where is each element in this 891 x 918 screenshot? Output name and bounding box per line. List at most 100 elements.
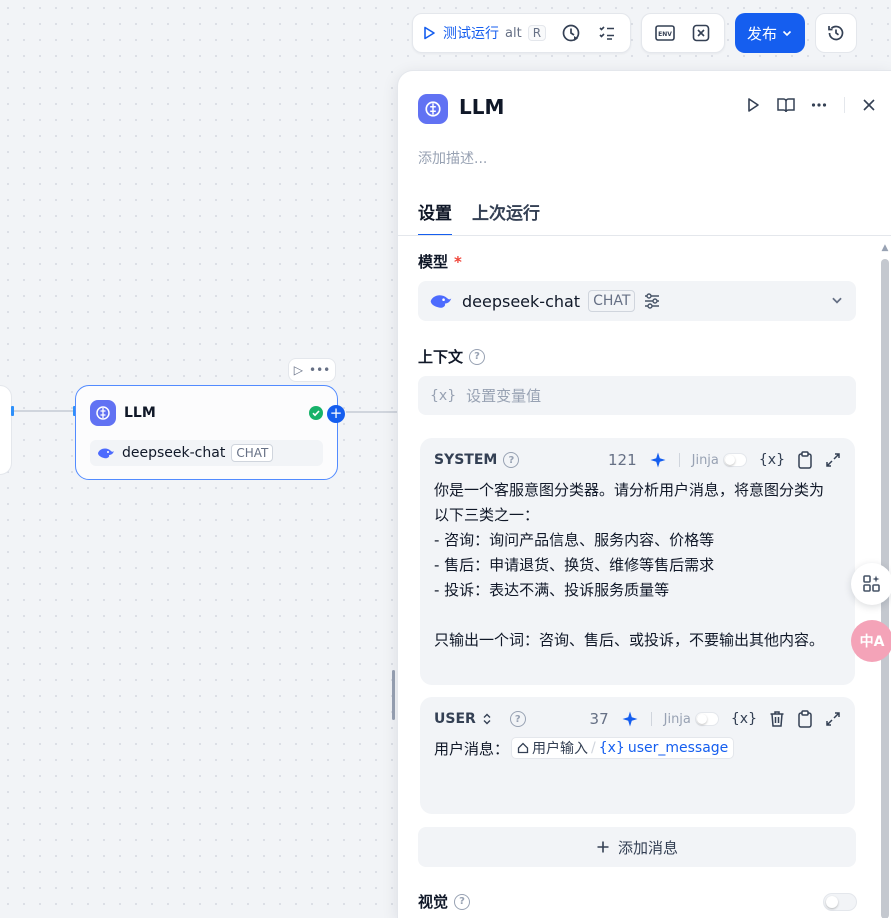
checklist-icon	[599, 26, 615, 40]
user-message-editor[interactable]: USER ? 37 Jinja {x} 用户消息： 用户输入 / {x} use…	[420, 697, 855, 814]
help-icon[interactable]: ?	[454, 893, 471, 910]
user-message-text[interactable]: 用户消息： 用户输入 / {x} user_message	[434, 737, 735, 759]
publish-button[interactable]: 发布	[735, 13, 806, 53]
expand-icon[interactable]	[825, 452, 841, 468]
user-message-tools: 37 Jinja {x}	[590, 710, 841, 728]
system-message-tools: 121 Jinja {x}	[608, 451, 841, 469]
help-icon[interactable]: ?	[503, 452, 520, 468]
node-toolbar: ▷ •••	[288, 358, 336, 382]
checklist-button[interactable]	[592, 18, 622, 48]
ai-sparkle-icon[interactable]	[621, 710, 639, 728]
play-icon	[424, 26, 435, 40]
panel-resize-handle[interactable]	[392, 670, 395, 720]
svg-text:ENV: ENV	[658, 31, 672, 38]
actions-divider	[844, 97, 845, 113]
system-message-header: SYSTEM ? 121 Jinja {x}	[434, 450, 841, 470]
clipboard-icon[interactable]	[797, 710, 813, 728]
system-message-text[interactable]: 你是一个客服意图分类器。请分析用户消息，将意图分类为以下三类之一： - 咨询：询…	[434, 478, 837, 653]
insert-variable-icon[interactable]: {x}	[759, 452, 785, 468]
scroll-up-arrow[interactable]: ▲	[879, 243, 891, 253]
vision-label: 视觉	[418, 893, 449, 911]
deepseek-whale-icon	[98, 448, 114, 459]
version-history-button[interactable]	[815, 13, 858, 53]
help-icon[interactable]: ?	[469, 348, 486, 365]
publish-label: 发布	[747, 24, 778, 43]
jinja-toggle[interactable]: Jinja	[664, 712, 719, 727]
test-run-label: 测试运行	[443, 26, 499, 42]
help-icon[interactable]: ?	[509, 711, 526, 727]
test-run-button[interactable]: 测试运行 alt R	[421, 23, 550, 43]
env-button[interactable]: ENV	[650, 18, 680, 48]
node-model-mode-tag: CHAT	[231, 444, 274, 462]
node-settings-panel: LLM 添加描述... 设置 上次运行 模型 * deepseek-chat C…	[397, 70, 891, 918]
node-run-icon[interactable]: ▷	[294, 363, 303, 377]
tools-divider	[650, 712, 652, 726]
success-check-icon	[309, 406, 323, 420]
context-label-row: 上下文 ?	[418, 346, 486, 367]
model-name: deepseek-chat	[462, 291, 581, 311]
edge-in	[12, 410, 76, 412]
node-more-icon[interactable]: •••	[309, 363, 330, 377]
char-count: 121	[607, 451, 637, 469]
edge-out	[346, 411, 398, 413]
env-icon: ENV	[655, 25, 675, 41]
model-label: 模型	[418, 253, 449, 271]
context-label: 上下文	[418, 348, 464, 366]
chevron-down-icon	[782, 30, 792, 37]
expand-icon[interactable]	[825, 711, 841, 727]
translate-float-button[interactable]: 中A	[851, 620, 891, 662]
tab-settings[interactable]: 设置	[418, 199, 452, 236]
run-history-button[interactable]	[556, 18, 586, 48]
output-port[interactable]	[11, 406, 14, 416]
more-icon[interactable]	[810, 96, 828, 114]
close-icon[interactable]	[861, 97, 877, 113]
vision-toggle[interactable]	[823, 893, 857, 911]
variable-icon: {x}	[598, 740, 625, 756]
variable-icon: {x}	[430, 387, 457, 404]
ai-sparkle-icon[interactable]	[649, 451, 667, 469]
history-icon	[828, 25, 844, 41]
model-mode-tag: CHAT	[588, 290, 636, 312]
chevron-down-icon	[832, 297, 842, 304]
panel-llm-icon	[418, 94, 448, 124]
node-model-name: deepseek-chat	[122, 445, 226, 461]
panel-actions	[744, 96, 877, 114]
shortcut-alt: alt	[505, 25, 522, 41]
apps-float-button[interactable]	[851, 563, 891, 605]
llm-node[interactable]: LLM + deepseek-chat CHAT	[75, 385, 345, 480]
shortcut-key: R	[527, 25, 547, 41]
system-message-editor[interactable]: SYSTEM ? 121 Jinja {x} 你是一个客服意图分类器。请分析用户…	[420, 438, 855, 685]
system-role-label: SYSTEM ?	[434, 452, 520, 468]
user-message-header: USER ? 37 Jinja {x}	[434, 709, 841, 729]
panel-tabs: 设置 上次运行	[418, 199, 540, 236]
env-group: ENV	[641, 13, 726, 53]
tab-last-run[interactable]: 上次运行	[472, 199, 540, 236]
llm-node-icon	[90, 400, 116, 426]
insert-variable-icon[interactable]: {x}	[731, 711, 757, 727]
run-group: 测试运行 alt R	[412, 13, 632, 53]
panel-title[interactable]: LLM	[459, 95, 504, 119]
add-next-node-button[interactable]: +	[327, 405, 345, 423]
clipboard-icon[interactable]	[797, 451, 813, 469]
sliders-icon[interactable]	[643, 292, 661, 310]
tools-divider	[678, 453, 680, 467]
user-role-select[interactable]: USER	[434, 711, 492, 727]
run-step-icon[interactable]	[744, 96, 762, 114]
variable-source: 用户输入	[532, 741, 589, 757]
vision-label-row: 视觉 ?	[418, 891, 471, 912]
model-label-row: 模型 *	[418, 251, 462, 272]
description-input[interactable]: 添加描述...	[418, 148, 487, 168]
variable-name: user_message	[627, 740, 729, 756]
context-variable-input[interactable]: {x} 设置变量值	[418, 376, 856, 415]
book-open-icon[interactable]	[776, 96, 796, 114]
jinja-toggle[interactable]: Jinja	[692, 453, 747, 468]
model-select[interactable]: deepseek-chat CHAT	[418, 281, 856, 321]
trash-icon[interactable]	[769, 710, 785, 728]
variables-button[interactable]	[686, 18, 716, 48]
upstream-node[interactable]	[0, 385, 12, 475]
chevron-updown-icon	[483, 713, 491, 725]
tabs-divider	[398, 235, 891, 236]
required-mark: *	[454, 252, 462, 271]
add-message-button[interactable]: 添加消息	[418, 827, 856, 867]
variable-chip[interactable]: 用户输入 / {x} user_message	[511, 737, 735, 759]
